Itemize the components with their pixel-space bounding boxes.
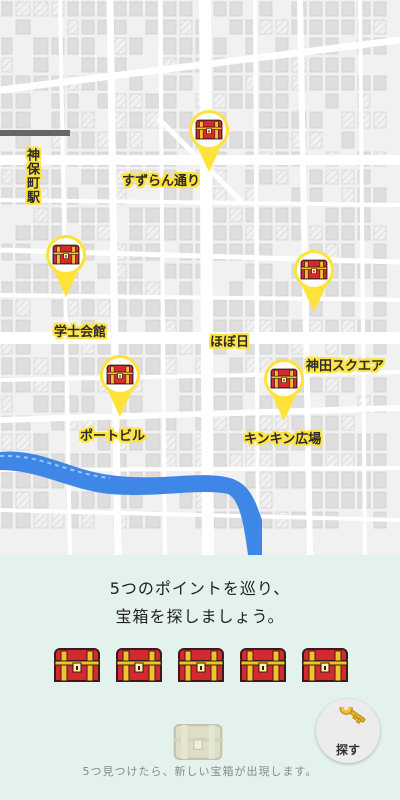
label-kinkin-hiroba: キンキン広場 [244,432,322,447]
hint-text: 5つ見つけたら、新しい宝箱が出現します。 [82,765,318,778]
treasure-pin-gakushikaikan[interactable] [44,233,88,299]
treasure-pin-hobonichi[interactable] [292,248,336,314]
search-button[interactable]: 探す [316,699,380,763]
treasure-chest-icon [177,647,225,683]
pin-chest-icon [270,368,298,389]
pin-marker-icon [189,110,229,172]
pin-marker-icon [264,359,304,421]
treasure-chest-icon [115,647,163,683]
pin-chest-icon [52,244,80,265]
instruction-line-2: 宝箱を探しましょう。 [115,607,285,626]
info-panel: 5つのポイントを巡り、 宝箱を探しましょう。 5つ見つけたら、新しい宝箱が出現し… [0,555,400,800]
label-gakushikaikan: 学士会館 [54,325,107,340]
locked-chest-icon [172,723,224,761]
search-label: 探す [335,743,360,757]
treasure-pin-kinkin[interactable] [262,357,306,423]
key-icon [339,707,366,724]
pin-marker-icon [46,235,86,297]
pin-chest-icon [195,119,223,140]
treasure-pin-port-building[interactable] [98,353,142,419]
treasure-chest-icon [239,647,287,683]
pin-chest-icon [106,364,134,385]
treasure-chest-row [53,647,349,683]
instruction-message: 5つのポイントを巡り、 宝箱を探しましょう。 [0,575,400,631]
treasure-chest-icon [53,647,101,683]
app: 神保町駅 すずらん通り 学士会館 ほぼ日 神田スクエア ポートビル キンキン広場… [0,0,400,800]
pin-marker-icon [100,355,140,417]
treasure-chest-icon [301,647,349,683]
label-hobonichi: ほぼ日 [210,335,250,350]
pin-chest-icon [300,259,328,280]
label-suzuran-dori: すずらん通り [122,174,201,189]
pin-marker-icon [294,250,334,312]
label-kanda-square: 神田スクエア [306,359,385,374]
treasure-pin-suzuran[interactable] [187,108,231,174]
label-jimbocho-station: 神保町駅 [24,148,39,204]
treasure-map[interactable]: 神保町駅 すずらん通り 学士会館 ほぼ日 神田スクエア ポートビル キンキン広場 [0,0,400,555]
instruction-line-1: 5つのポイントを巡り、 [109,579,291,598]
label-port-building: ポートビル [80,429,146,444]
